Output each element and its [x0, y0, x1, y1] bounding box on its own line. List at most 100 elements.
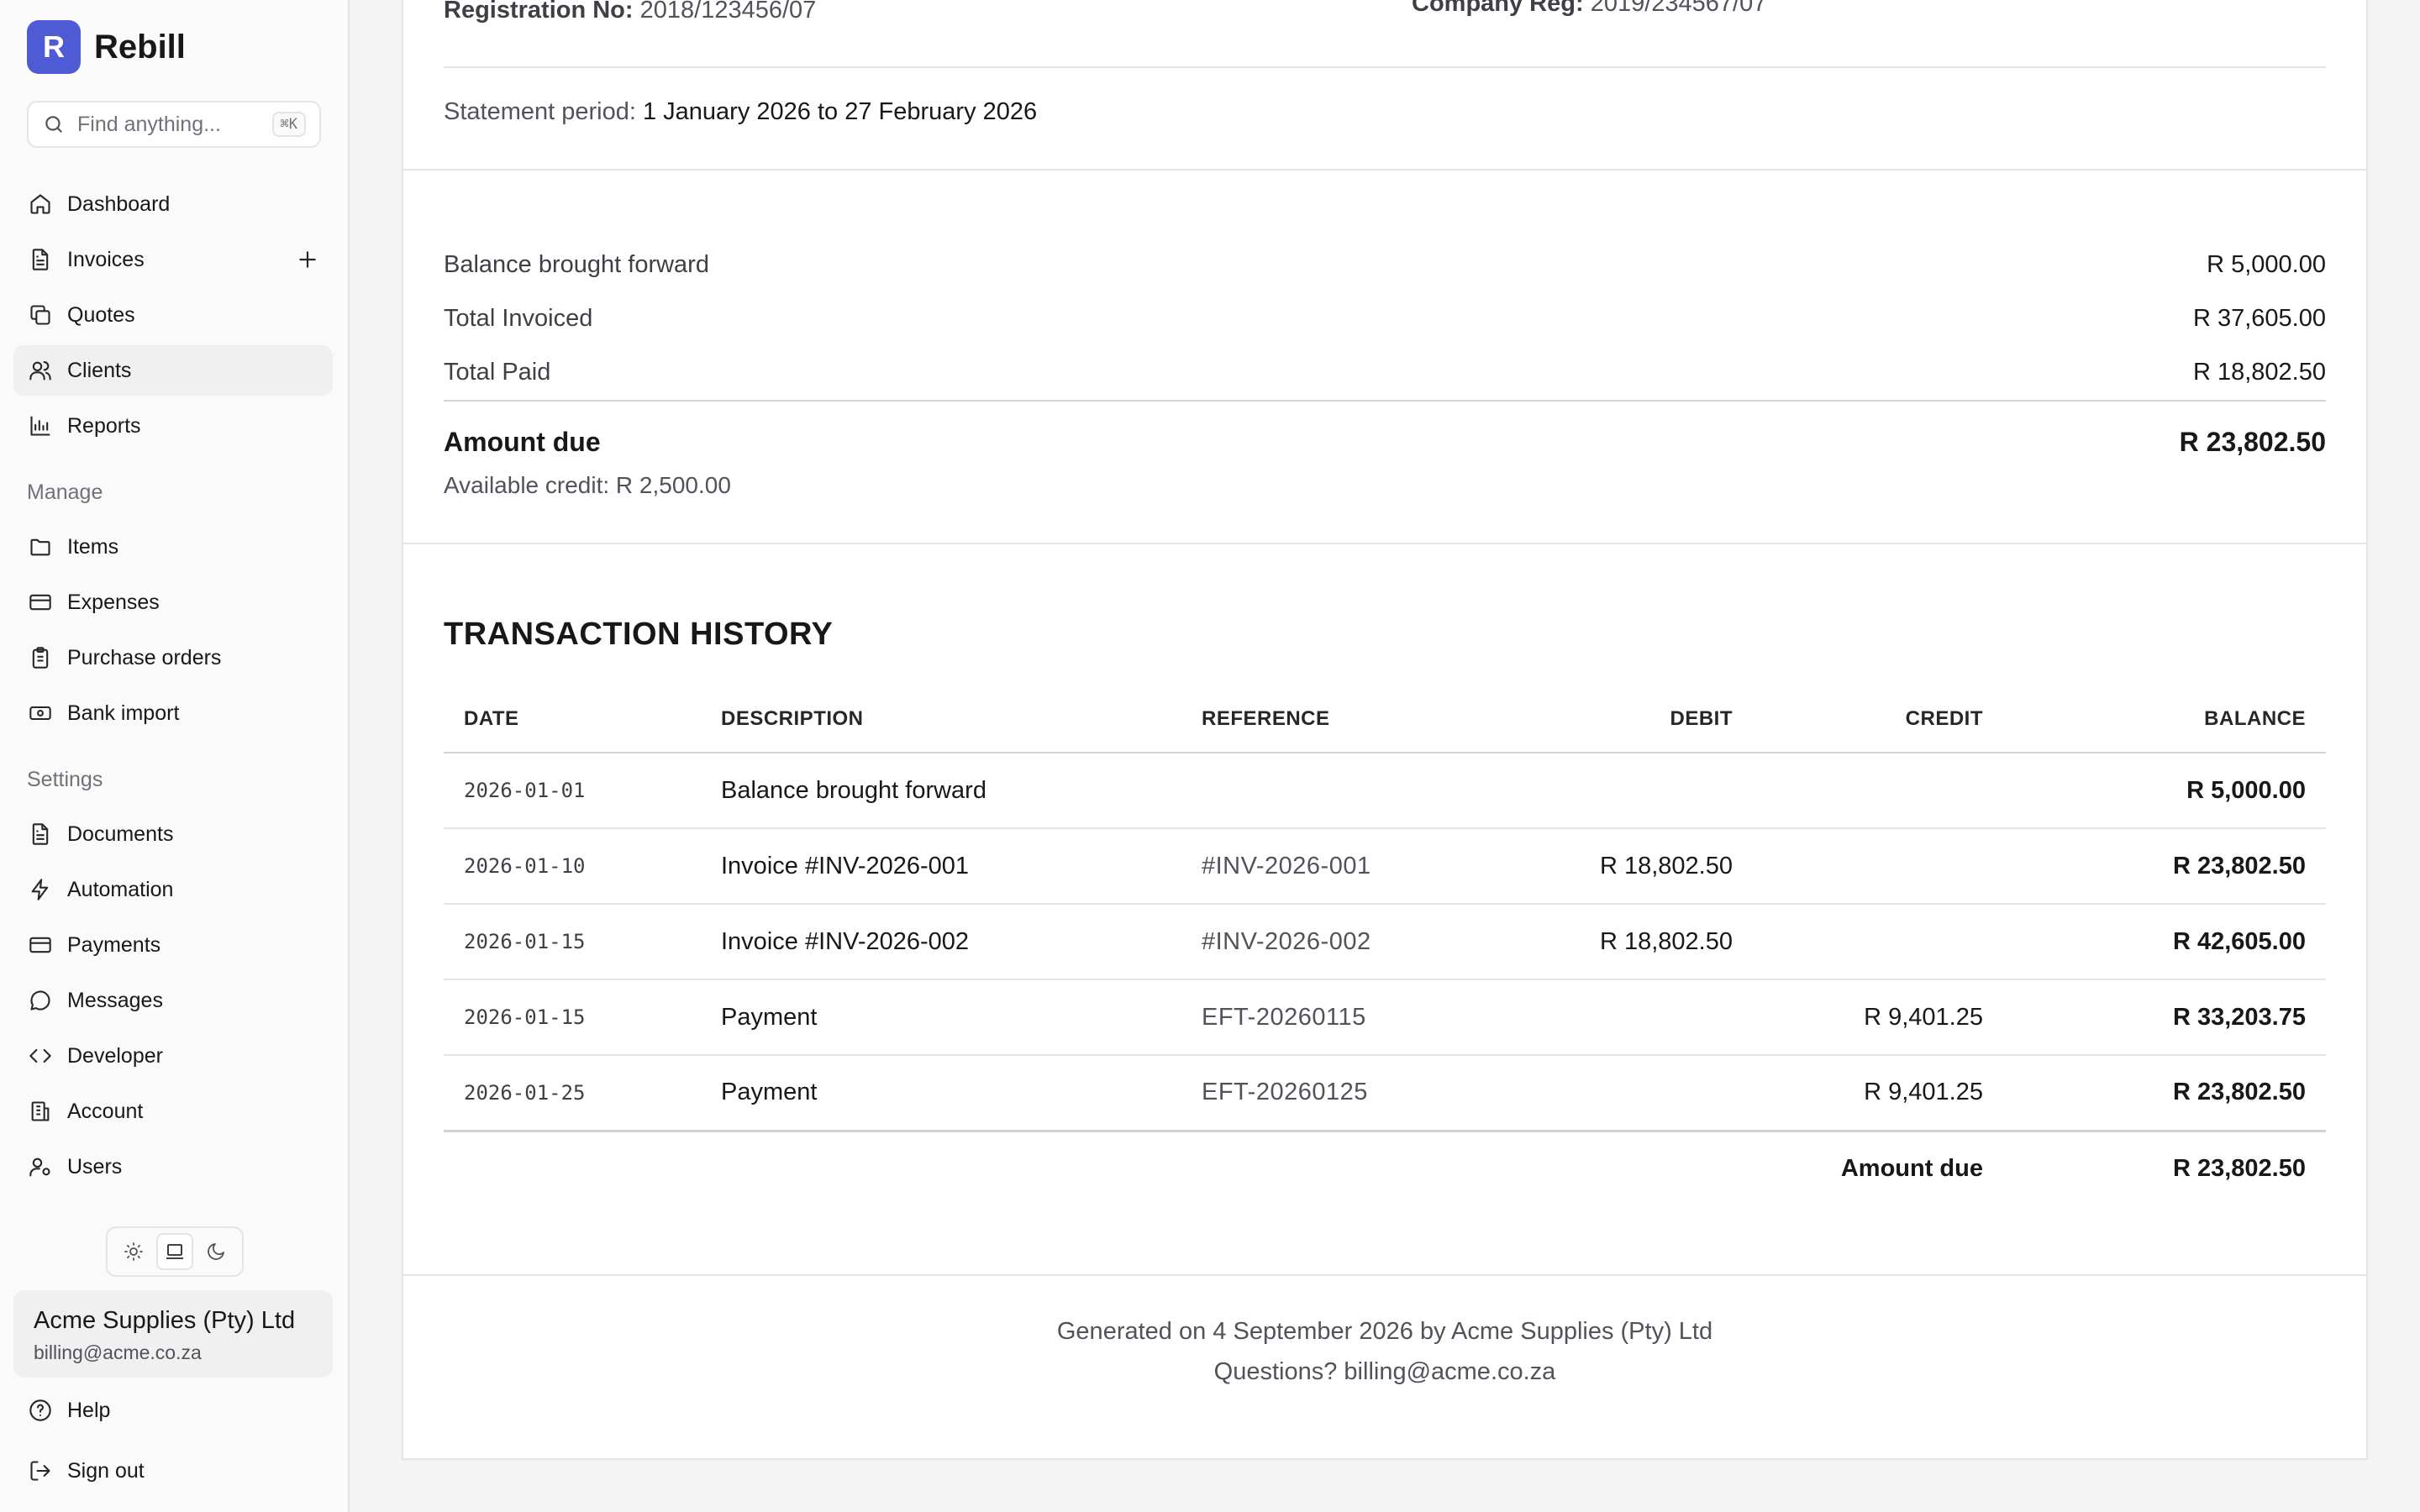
column-header-date: DATE	[444, 685, 701, 753]
sidebar-item-users[interactable]: Users	[13, 1142, 333, 1192]
sidebar-item-account[interactable]: Account	[13, 1086, 333, 1137]
column-header-description: DESCRIPTION	[701, 685, 1181, 753]
file-icon	[27, 246, 54, 273]
row-balance: R 42,605.00	[2003, 904, 2326, 980]
footer-questions: Questions? billing@acme.co.za	[1213, 1358, 1556, 1385]
row-credit: R 9,401.25	[1753, 979, 2003, 1056]
sidebar-item-quotes[interactable]: Quotes	[13, 290, 333, 340]
row-reference	[1181, 753, 1501, 829]
building-icon	[27, 1098, 54, 1125]
registration-label: Registration No:	[444, 0, 634, 24]
add-invoice-plus-icon[interactable]	[292, 244, 323, 275]
column-header-reference: REFERENCE	[1181, 685, 1501, 753]
registration-number: Registration No: 2018/123456/07	[444, 0, 816, 24]
row-balance: R 33,203.75	[2003, 979, 2326, 1056]
balance-forward-label: Balance brought forward	[444, 251, 709, 278]
row-date: 2026-01-15	[444, 979, 701, 1056]
search-input[interactable]	[77, 112, 272, 137]
row-credit	[1753, 753, 2003, 829]
table-row: 2026-01-01 Balance brought forward R 5,0…	[444, 753, 2326, 829]
column-header-credit: CREDIT	[1753, 685, 2003, 753]
column-header-debit: DEBIT	[1501, 685, 1753, 753]
help-circle-icon	[27, 1397, 54, 1424]
sidebar-item-purchase-orders[interactable]: Purchase orders	[13, 633, 333, 683]
sidebar-item-expenses[interactable]: Expenses	[13, 577, 333, 627]
sidebar-item-messages[interactable]: Messages	[13, 975, 333, 1026]
row-date: 2026-01-10	[444, 828, 701, 905]
account-switcher[interactable]: Acme Supplies (Pty) Ltd billing@acme.co.…	[13, 1290, 333, 1378]
company-reg: Company Reg: 2019/234567/07	[1412, 0, 1766, 18]
sidebar-item-label: Automation	[67, 877, 174, 901]
brand-logo: R	[27, 20, 81, 74]
row-credit	[1753, 828, 2003, 905]
sidebar-item-clients[interactable]: Clients	[13, 345, 333, 396]
sidebar-item-label: Expenses	[67, 590, 160, 614]
table-header-row: DATE DESCRIPTION REFERENCE DEBIT CREDIT …	[444, 685, 2326, 753]
sidebar-item-documents[interactable]: Documents	[13, 809, 333, 859]
total-paid-value: R 18,802.50	[2192, 359, 2326, 386]
row-description: Payment	[701, 979, 1181, 1056]
sidebar-item-label: Developer	[67, 1043, 163, 1068]
sidebar-item-payments[interactable]: Payments	[13, 920, 333, 970]
help-link[interactable]: Help	[13, 1385, 333, 1436]
section-divider	[402, 1274, 2368, 1276]
section-divider	[402, 169, 2368, 171]
statement-period-value: 1 January 2026 to 27 February 2026	[642, 98, 1038, 125]
sign-out-button[interactable]: Sign out	[13, 1446, 333, 1496]
sidebar-item-developer[interactable]: Developer	[13, 1031, 333, 1081]
sidebar-item-bank-import[interactable]: Bank import	[13, 688, 333, 738]
brand[interactable]: R Rebill	[27, 20, 186, 74]
sidebar-item-label: Dashboard	[67, 192, 171, 216]
balance-forward-value: R 5,000.00	[2207, 251, 2326, 278]
sidebar-item-reports[interactable]: Reports	[13, 401, 333, 451]
card-icon	[27, 932, 54, 958]
help-label: Help	[67, 1398, 111, 1422]
total-value: R 23,802.50	[2172, 1155, 2306, 1183]
search-box[interactable]: ⌘K	[27, 101, 321, 148]
row-balance: R 23,802.50	[2003, 828, 2326, 905]
sun-icon[interactable]	[115, 1233, 152, 1270]
laptop-icon[interactable]	[155, 1233, 193, 1270]
row-credit: R 9,401.25	[1753, 1055, 2003, 1132]
divider	[444, 66, 2326, 68]
total-label: Amount due	[1840, 1155, 1983, 1183]
column-header-balance: BALANCE	[2003, 685, 2326, 753]
amount-due-label: Amount due	[444, 427, 601, 457]
sidebar-item-automation[interactable]: Automation	[13, 864, 333, 915]
row-description: Payment	[701, 1055, 1181, 1132]
home-icon	[27, 191, 54, 218]
statement-period-label: Statement period:	[444, 98, 636, 125]
row-balance: R 5,000.00	[2003, 753, 2326, 829]
table-row: 2026-01-15 Payment EFT-20260115 R 9,401.…	[444, 979, 2326, 1056]
row-debit: R 18,802.50	[1501, 828, 1753, 905]
sidebar-item-invoices[interactable]: Invoices	[13, 234, 333, 285]
sidebar-item-label: Reports	[67, 413, 141, 438]
row-reference: EFT-20260115	[1181, 979, 1501, 1056]
sidebar-item-label: Items	[67, 534, 119, 559]
card-icon	[27, 589, 54, 616]
table-row: 2026-01-25 Payment EFT-20260125 R 9,401.…	[444, 1055, 2326, 1132]
row-credit	[1753, 904, 2003, 980]
transactions-table: DATE DESCRIPTION REFERENCE DEBIT CREDIT …	[444, 685, 2326, 1206]
registration-value: 2018/123456/07	[639, 0, 817, 24]
row-reference: EFT-20260125	[1181, 1055, 1501, 1132]
banknote-icon	[27, 700, 54, 727]
section-label-settings: Settings	[27, 768, 103, 791]
sign-out-label: Sign out	[67, 1458, 145, 1483]
summary-divider	[444, 400, 2326, 402]
log-out-icon	[27, 1457, 54, 1484]
moon-icon[interactable]	[197, 1233, 234, 1270]
code-icon	[27, 1042, 54, 1069]
theme-toggle	[106, 1226, 244, 1277]
sidebar-item-dashboard[interactable]: Dashboard	[13, 179, 333, 229]
total-invoiced-label: Total Invoiced	[444, 305, 593, 332]
row-reference: #INV-2026-001	[1181, 828, 1501, 905]
chat-icon	[27, 987, 54, 1014]
row-debit: R 18,802.50	[1501, 904, 1753, 980]
sidebar-item-items[interactable]: Items	[13, 522, 333, 572]
row-date: 2026-01-15	[444, 904, 701, 980]
folder-icon	[27, 533, 54, 560]
transaction-history-title: TRANSACTION HISTORY	[444, 617, 834, 652]
sidebar: R Rebill ⌘K Dashboard Invoices Quotes Cl…	[0, 0, 350, 1512]
row-description: Balance brought forward	[701, 753, 1181, 829]
